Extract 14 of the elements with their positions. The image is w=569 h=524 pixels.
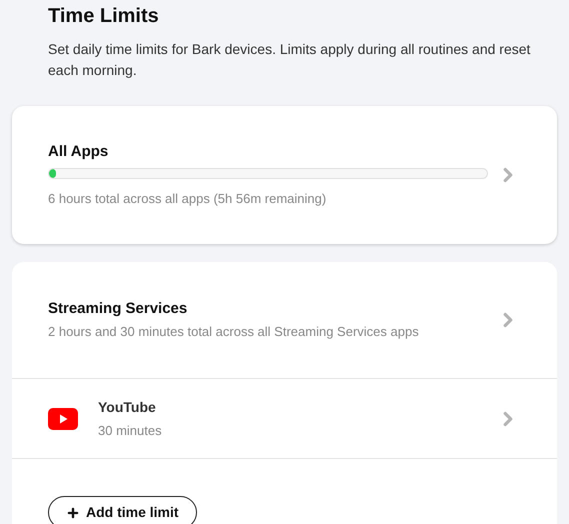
page-title: Time Limits (48, 4, 160, 29)
category-row[interactable]: Streaming Services 2 hours and 30 minutes total across all Streaming Services apps (12, 262, 557, 379)
category-title: Streaming Services (48, 298, 188, 318)
card-summary: 6 hours total across all apps (5h 56m remaining) (48, 190, 328, 208)
add-time-limit-button[interactable]: Add time limit (48, 496, 197, 524)
category-summary: 2 hours and 30 minutes total across all Streaming Services apps (48, 322, 420, 341)
app-name: YouTube (98, 398, 157, 416)
app-limit: 30 minutes (98, 422, 163, 440)
card-title: All Apps (48, 142, 110, 162)
app-row[interactable]: YouTube 30 minutes (12, 379, 557, 459)
plus-icon (66, 506, 80, 520)
play-icon (48, 408, 78, 430)
all-apps-card[interactable]: All Apps 6 hours total across all apps (5h 56m remaining) (12, 106, 557, 244)
page-description: Set daily time limits for Bark devices. Limits apply during all routines and reset each morning. (48, 40, 532, 80)
